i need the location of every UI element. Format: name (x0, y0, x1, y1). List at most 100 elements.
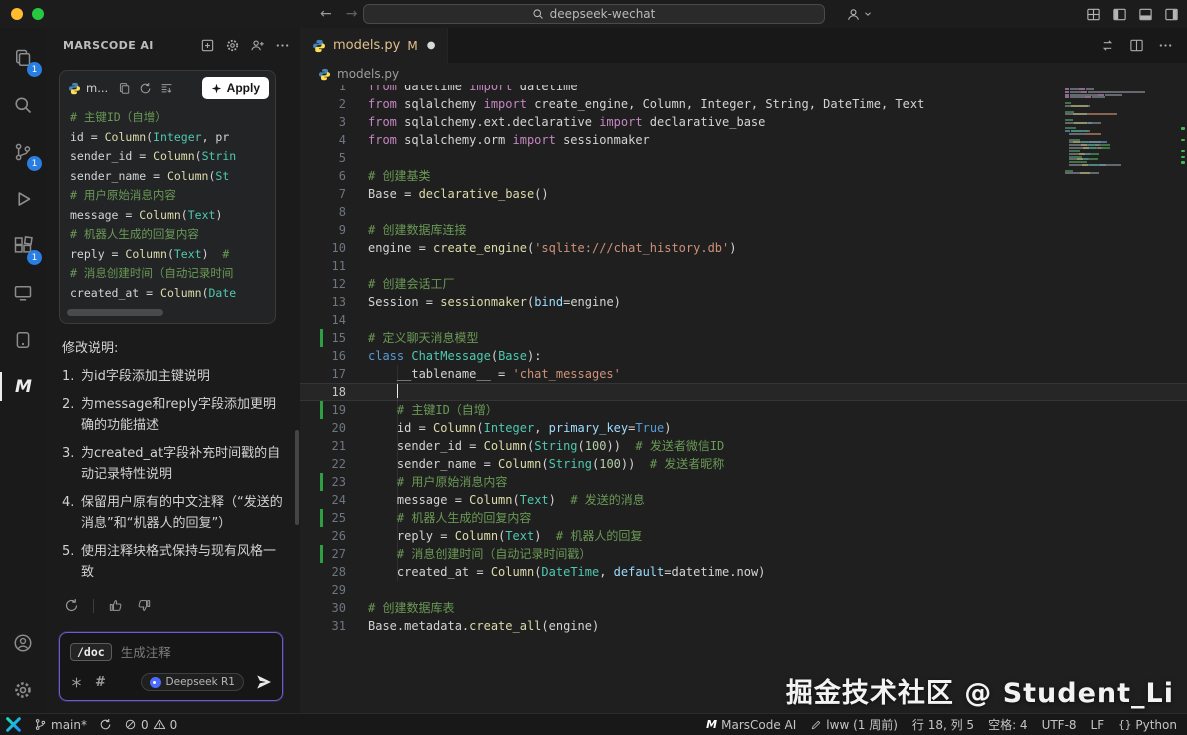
thumbs-down-icon[interactable] (137, 598, 152, 613)
code-line[interactable]: 19 # 主键ID（自增） (300, 401, 1187, 419)
diff-line[interactable]: id = Column(Integer, pr (70, 128, 275, 148)
indentation-status[interactable]: 空格: 4 (988, 716, 1028, 733)
code-line[interactable]: 13Session = sessionmaker(bind=engine) (300, 293, 1187, 311)
language-mode[interactable]: {} Python (1118, 718, 1177, 732)
code-line[interactable]: 11 (300, 257, 1187, 275)
slash-command-chip[interactable]: /doc (70, 643, 112, 661)
minimap[interactable] (1065, 88, 1175, 175)
add-user-icon[interactable] (250, 38, 265, 53)
code-line[interactable]: 28 created_at = Column(DateTime, default… (300, 563, 1187, 581)
code-line[interactable]: 23 # 用户原始消息内容 (300, 473, 1187, 491)
code-line[interactable]: 18 (300, 383, 1187, 401)
code-line[interactable]: 12# 创建会话工厂 (300, 275, 1187, 293)
code-line[interactable]: 7Base = declarative_base() (300, 185, 1187, 203)
code-line[interactable]: 22 sender_name = Column(String(100)) # 发… (300, 455, 1187, 473)
unsaved-dot-icon[interactable]: ● (427, 40, 436, 51)
code-line[interactable]: 17 __tablename__ = 'chat_messages' (300, 365, 1187, 383)
encoding-status[interactable]: UTF-8 (1042, 718, 1077, 732)
git-branch-status[interactable]: main* (34, 718, 87, 732)
code-line[interactable]: 27 # 消息创建时间（自动记录时间戳） (300, 545, 1187, 563)
ai-chat-input[interactable]: /doc 生成注释 # Deepseek R1 (59, 632, 283, 701)
code-line[interactable]: 31Base.metadata.create_all(engine) (300, 617, 1187, 635)
suggestion-code-preview[interactable]: # 主键ID（自增）id = Column(Integer, prsender_… (60, 101, 275, 305)
hash-icon[interactable]: # (95, 675, 106, 690)
code-line[interactable]: 3from sqlalchemy.ext.declarative import … (300, 113, 1187, 131)
context-icon[interactable] (70, 676, 83, 689)
minimize-button[interactable] (11, 8, 23, 20)
breadcrumb[interactable]: models.py (300, 63, 1187, 85)
send-icon[interactable] (256, 674, 272, 690)
sidebar-item-source-control[interactable]: 1 (0, 128, 46, 175)
diff-line[interactable]: reply = Column(Text) # (70, 245, 275, 265)
sidebar-item-run-debug[interactable] (0, 175, 46, 222)
code-line[interactable]: 1from datetime import datetime (300, 85, 1187, 95)
sidebar-item-extensions[interactable]: 1 (0, 222, 46, 269)
tab-models-py[interactable]: models.py M ● (300, 28, 448, 63)
suggestion-file-tab[interactable]: m... (68, 81, 108, 95)
suggestion-hscrollbar[interactable] (65, 308, 270, 317)
code-line[interactable]: 30# 创建数据库表 (300, 599, 1187, 617)
eol-status[interactable]: LF (1091, 718, 1105, 732)
git-blame-status[interactable]: lww (1 周前) (810, 716, 898, 733)
code-line[interactable]: 10engine = create_engine('sqlite:///chat… (300, 239, 1187, 257)
new-chat-icon[interactable] (200, 38, 215, 53)
account-menu-button[interactable] (846, 7, 873, 22)
apply-button[interactable]: Apply (202, 77, 269, 99)
toggle-sidebar-icon[interactable] (1112, 7, 1127, 22)
compare-changes-icon[interactable] (1100, 38, 1115, 53)
settings-button[interactable] (0, 666, 46, 713)
model-selector[interactable]: Deepseek R1 (141, 673, 244, 691)
insert-icon[interactable] (160, 82, 173, 95)
retry-icon[interactable] (139, 82, 152, 95)
thumbs-up-icon[interactable] (108, 598, 123, 613)
toggle-secondary-sidebar-icon[interactable] (1164, 7, 1179, 22)
fullscreen-button[interactable] (32, 8, 44, 20)
sidebar-item-remote-explorer[interactable] (0, 269, 46, 316)
code-line[interactable]: 16class ChatMessage(Base): (300, 347, 1187, 365)
hscrollbar-thumb[interactable] (67, 309, 163, 316)
code-line[interactable]: 4from sqlalchemy.orm import sessionmaker (300, 131, 1187, 149)
marscode-status[interactable]: M MarsCode AI (706, 718, 796, 732)
panel-settings-gear-icon[interactable] (225, 38, 240, 53)
sidebar-item-search[interactable] (0, 81, 46, 128)
problems-status[interactable]: 0 0 (124, 718, 177, 732)
more-actions-icon[interactable] (1158, 38, 1173, 53)
account-button[interactable] (0, 619, 46, 666)
code-line[interactable]: 15# 定义聊天消息模型 (300, 329, 1187, 347)
diff-line[interactable]: # 机器人生成的回复内容 (70, 225, 275, 245)
command-center-search[interactable]: deepseek-wechat (363, 4, 825, 24)
remote-indicator[interactable] (5, 716, 22, 733)
sidebar-item-explorer[interactable]: 1 (0, 34, 46, 81)
sidebar-item-marscode-ai[interactable]: M (0, 363, 46, 410)
code-line[interactable]: 20 id = Column(Integer, primary_key=True… (300, 419, 1187, 437)
sync-button[interactable] (99, 718, 112, 731)
diff-line[interactable]: sender_name = Column(St (70, 167, 275, 187)
toggle-panel-icon[interactable] (1138, 7, 1153, 22)
code-line[interactable]: 14 (300, 311, 1187, 329)
more-actions-icon[interactable] (275, 38, 290, 53)
code-line[interactable]: 25 # 机器人生成的回复内容 (300, 509, 1187, 527)
regenerate-icon[interactable] (64, 598, 79, 613)
cursor-position[interactable]: 行 18, 列 5 (912, 716, 974, 733)
back-icon[interactable]: ← (320, 6, 332, 22)
code-line[interactable]: 26 reply = Column(Text) # 机器人的回复 (300, 527, 1187, 545)
code-line[interactable]: 6# 创建基类 (300, 167, 1187, 185)
diff-line[interactable]: message = Column(Text) (70, 206, 275, 226)
code-line[interactable]: 2from sqlalchemy import create_engine, C… (300, 95, 1187, 113)
diff-line[interactable]: created_at = Column(Date (70, 284, 275, 304)
customize-layout-icon[interactable] (1086, 7, 1101, 22)
diff-line[interactable]: # 消息创建时间（自动记录时间 (70, 264, 275, 284)
code-editor[interactable]: 1from datetime import datetime2from sqla… (300, 85, 1187, 713)
code-line[interactable]: 5 (300, 149, 1187, 167)
sidebar-scrollbar[interactable] (295, 430, 299, 525)
split-editor-icon[interactable] (1129, 38, 1144, 53)
diff-line[interactable]: # 主键ID（自增） (70, 108, 275, 128)
code-line[interactable]: 29 (300, 581, 1187, 599)
breadcrumb-file[interactable]: models.py (337, 67, 399, 81)
diff-line[interactable]: sender_id = Column(Strin (70, 147, 275, 167)
code-line[interactable]: 24 message = Column(Text) # 发送的消息 (300, 491, 1187, 509)
code-line[interactable]: 21 sender_id = Column(String(100)) # 发送者… (300, 437, 1187, 455)
sidebar-item-devices[interactable] (0, 316, 46, 363)
diff-line[interactable]: # 用户原始消息内容 (70, 186, 275, 206)
forward-icon[interactable]: → (346, 6, 358, 22)
